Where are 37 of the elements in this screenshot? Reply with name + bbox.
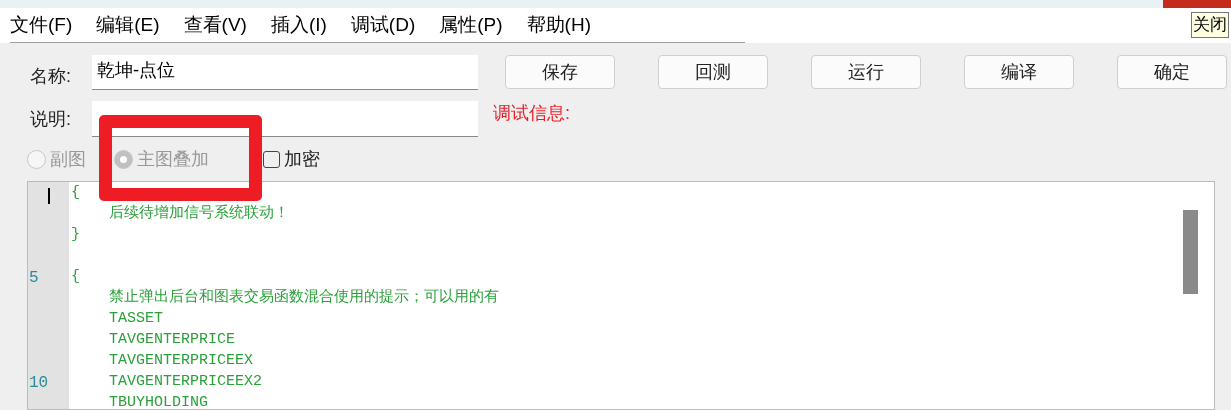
action-button[interactable]: 编译 (964, 55, 1074, 89)
code-line: TAVGENTERPRICE (109, 330, 236, 351)
code-line: TBUYHOLDING (109, 393, 209, 409)
debug-info-label: 调试信息: (493, 101, 570, 125)
code-line: TAVGENTERPRICEEX2 (109, 372, 263, 393)
menu-item[interactable]: 插入(I) (270, 10, 327, 40)
menu-item[interactable]: 查看(V) (183, 10, 247, 40)
close-tooltip: 关闭 (1191, 12, 1229, 38)
code-line: 禁止弹出后台和图表交易函数混合使用的提示；可以用的有 (109, 287, 499, 309)
code-line: { (71, 183, 80, 204)
checkbox[interactable] (263, 150, 280, 168)
code-line: 后续待增加信号系统联动！ (109, 203, 289, 225)
option-label: 加密 (284, 147, 320, 171)
menu-item[interactable]: 帮助(H) (526, 10, 591, 40)
option-label: 主图叠加 (137, 147, 209, 171)
action-button[interactable]: 确定 (1117, 55, 1227, 89)
action-button[interactable]: 运行 (811, 55, 921, 89)
line-number: 10 (29, 372, 49, 394)
code-line: TAVGENTERPRICEEX (109, 351, 254, 372)
name-label: 名称: (30, 65, 72, 88)
code-line: } (71, 225, 80, 246)
name-field[interactable]: 乾坤-点位 (92, 55, 478, 90)
description-label: 说明: (30, 107, 72, 131)
menu-item[interactable]: 编辑(E) (96, 10, 160, 40)
action-button[interactable]: 保存 (505, 55, 615, 89)
line-number: 5 (29, 267, 39, 289)
code-line: { (71, 267, 80, 288)
option-label: 副图 (50, 147, 86, 171)
scrollbar[interactable] (1183, 210, 1198, 294)
code-line: TASSET (109, 309, 163, 330)
code-editor[interactable]: { 后续待增加信号系统联动！ } 5 { 禁止弹出后台和图表交易函数混合使用的提示；可以用的有 TASSET TAVGENTERPRICE TAVGENTERPRICEEX 10 TAVGENTERPRICEEX2 TBUYHOLDING (27, 181, 1215, 410)
menu-item[interactable]: 调试(D) (350, 10, 416, 40)
window-close-strip (1163, 0, 1231, 8)
text-cursor (48, 188, 50, 204)
menu-item[interactable]: 属性(P) (439, 10, 503, 40)
action-button[interactable]: 回测 (658, 55, 768, 89)
menu-item[interactable]: 文件(F) (10, 10, 73, 40)
